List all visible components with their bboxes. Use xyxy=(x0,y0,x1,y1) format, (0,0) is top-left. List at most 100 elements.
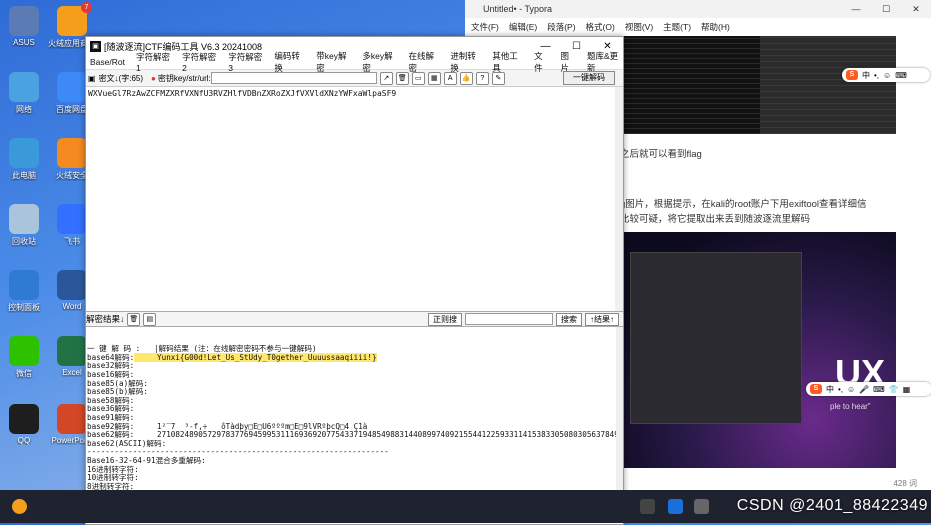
font-icon[interactable]: A xyxy=(443,71,457,85)
tray-app-icon[interactable] xyxy=(12,499,27,514)
app-menu-item[interactable]: 在线解密 xyxy=(409,50,440,74)
taskbar-app-icon[interactable] xyxy=(694,499,709,514)
edit-icon[interactable]: ✎ xyxy=(491,71,505,85)
app-menubar: Base/Rot 字符解密1 字符解密2 字符解密3 编码转换 带key解密 多key解密在… xyxy=(86,51,623,73)
taskbar-app-icon[interactable] xyxy=(668,499,683,514)
result-row: base16解码: xyxy=(87,370,622,380)
scrollbar[interactable] xyxy=(615,87,623,311)
taskbar-app-icon[interactable] xyxy=(640,499,655,514)
search-button[interactable]: 搜索 xyxy=(556,312,582,326)
app-icon xyxy=(9,72,39,102)
ciphertext-area[interactable]: WXVueGl7RzAwZCFMZXRfVXNfU3RVZHlfVDBnZXRo… xyxy=(86,87,623,312)
app-menu-item[interactable]: 字符解密3 xyxy=(228,51,263,73)
desktop-icon[interactable]: 回收站 xyxy=(0,204,48,247)
app-menu-item[interactable]: 带key解密 xyxy=(316,50,351,74)
desktop-icon[interactable]: ASUS xyxy=(0,6,48,47)
result-row: base32解码: xyxy=(87,362,622,371)
desktop-icon-label: 网络 xyxy=(16,105,32,114)
csdn-watermark: CSDN @2401_88422349 xyxy=(736,497,928,514)
typora-menu-edit[interactable]: 编辑(E) xyxy=(509,21,537,33)
terminal-image xyxy=(620,36,760,134)
desktop-icon[interactable]: 此电脑 xyxy=(0,138,48,181)
result-value: 2710824890572978377694599531116936920775… xyxy=(134,430,623,440)
desktop-icon[interactable]: 网络 xyxy=(0,72,48,115)
key-label: 密钥key/str/url: xyxy=(157,73,211,83)
app-icon xyxy=(57,270,87,300)
result-toolbar: 解密结果↓ 🗑 ▤ 正则搜 搜索 ↑结果↑ xyxy=(86,312,623,327)
result-up-button[interactable]: ↑结果↑ xyxy=(585,312,619,326)
app-menu-item[interactable]: 文件 xyxy=(534,50,549,74)
desktop-icon[interactable]: 控制面板 xyxy=(0,270,48,313)
minimize-icon[interactable]: — xyxy=(841,4,871,15)
exif-panel-image xyxy=(760,36,896,134)
app-icon xyxy=(9,336,39,366)
desktop-icon[interactable]: QQ xyxy=(0,404,48,445)
app-menu-item[interactable]: 进制转换 xyxy=(450,50,481,74)
typora-titlebar: Untitled• - Typora — ☐ ✕ xyxy=(465,0,931,18)
app-menu-item[interactable]: 字符解密1 xyxy=(136,51,171,73)
app-icon xyxy=(9,404,39,434)
close-icon[interactable]: ✕ xyxy=(901,4,931,15)
trash-icon[interactable]: 🗑 xyxy=(395,71,409,85)
trash-icon[interactable]: 🗑 xyxy=(127,312,141,326)
result-label: 解密结果↓ xyxy=(86,314,125,324)
typora-paragraph: 之后就可以看到flag xyxy=(620,149,702,160)
typora-title: Untitled• - Typora xyxy=(483,4,553,14)
scrollbar[interactable] xyxy=(616,327,623,517)
app-menu-item[interactable]: 字符解密2 xyxy=(182,51,217,73)
app-icon xyxy=(9,204,39,234)
regex-search-button[interactable]: 正则搜 xyxy=(428,312,462,326)
cipher-count-label: 密文↓(字:65) xyxy=(98,73,144,83)
desktop-icon[interactable]: 微信 xyxy=(0,336,48,379)
desktop-icon-label: 微信 xyxy=(16,369,32,378)
result-value: |解码结果 (注：在线解密密码不参与一键解码) xyxy=(140,344,317,354)
open-icon[interactable]: ↗ xyxy=(379,71,393,85)
copy-icon[interactable]: ▤ xyxy=(143,312,157,326)
window-icon[interactable]: ▭ xyxy=(411,71,425,85)
app-icon xyxy=(9,6,39,36)
ctf-tool-window[interactable]: ▣ [随波逐流]CTF编码工具 V6.3 20241008 — ☐ ✕ Base… xyxy=(85,36,624,525)
key-icon: ● xyxy=(151,73,156,83)
notification-badge: 7 xyxy=(81,2,92,13)
app-menu-item[interactable]: 其他工具 xyxy=(492,50,523,74)
kali-slogan: ple to hear" xyxy=(830,402,871,411)
typora-menu-file[interactable]: 文件(F) xyxy=(471,21,499,33)
grid-icon[interactable]: ▦ xyxy=(427,71,441,85)
key-input[interactable] xyxy=(210,72,377,84)
typora-menubar: 文件(F) 编辑(E) 段落(P) 格式(O) 视图(V) 主题(T) 帮助(H… xyxy=(465,18,931,36)
help-icon[interactable]: ? xyxy=(475,71,489,85)
typora-menu-help[interactable]: 帮助(H) xyxy=(701,21,730,33)
app-menu-item[interactable]: 多key解密 xyxy=(362,50,397,74)
app-icon xyxy=(9,270,39,300)
typora-menu-format[interactable]: 格式(O) xyxy=(586,21,615,33)
result-row: base85(b)解码: xyxy=(87,387,622,397)
sogou-toolbar[interactable]: S 中 •, ☺ ⌨ xyxy=(842,68,930,82)
result-row: Base16-32-64-91混合多重解码: xyxy=(87,456,622,466)
typora-paragraph: g图片，根据提示，在kali的root账户下用exiftool查看详细信 xyxy=(620,199,867,210)
app-menu-item[interactable]: Base/Rot xyxy=(90,57,125,67)
result-search-input[interactable] xyxy=(465,313,553,325)
like-icon[interactable]: 👍 xyxy=(459,71,473,85)
ciphertext-value: WXVueGl7RzAwZCFMZXRfVXNfU3RVZHlfVDBnZXRo… xyxy=(88,89,397,98)
result-value: Yunxi{G00d!Let_Us_StUdy_T0gether_Uuuussa… xyxy=(134,352,377,362)
maximize-icon[interactable]: ☐ xyxy=(871,4,901,15)
results-area[interactable]: 一 键 解 码 : |解码结果 (注：在线解密密码不参与一键解码) base64解… xyxy=(86,327,623,517)
app-menu-item[interactable]: 编码转换 xyxy=(274,50,305,74)
typora-paragraph: 比较可疑，将它提取出来丢到随波逐流里解码 xyxy=(620,214,811,225)
result-row: base64解码: Yunxi{G00d!Let_Us_StUdy_T0geth… xyxy=(87,352,622,363)
desktop-icon-label: 回收站 xyxy=(12,237,36,246)
typora-menu-view[interactable]: 视图(V) xyxy=(625,21,653,33)
sogou-toolbar[interactable]: S 中 •, ☺ 🎤 ⌨ 👕 ▦ xyxy=(806,382,931,396)
app-icon xyxy=(57,138,87,168)
embedded-screenshot-terminal xyxy=(620,36,896,134)
one-key-decode-button[interactable]: 一键解码 xyxy=(563,71,615,85)
typora-menu-theme[interactable]: 主题(T) xyxy=(663,21,691,33)
app-logo-icon: ▣ xyxy=(90,40,101,52)
app-icon xyxy=(57,72,87,102)
result-row: base58解码: xyxy=(87,396,622,406)
word-count: 428 词 xyxy=(893,479,917,488)
typora-menu-paragraph[interactable]: 段落(P) xyxy=(547,21,575,33)
app-icon xyxy=(57,336,87,366)
result-row: 10进制转字符: xyxy=(87,473,622,483)
sogou-icon: S xyxy=(846,70,858,80)
